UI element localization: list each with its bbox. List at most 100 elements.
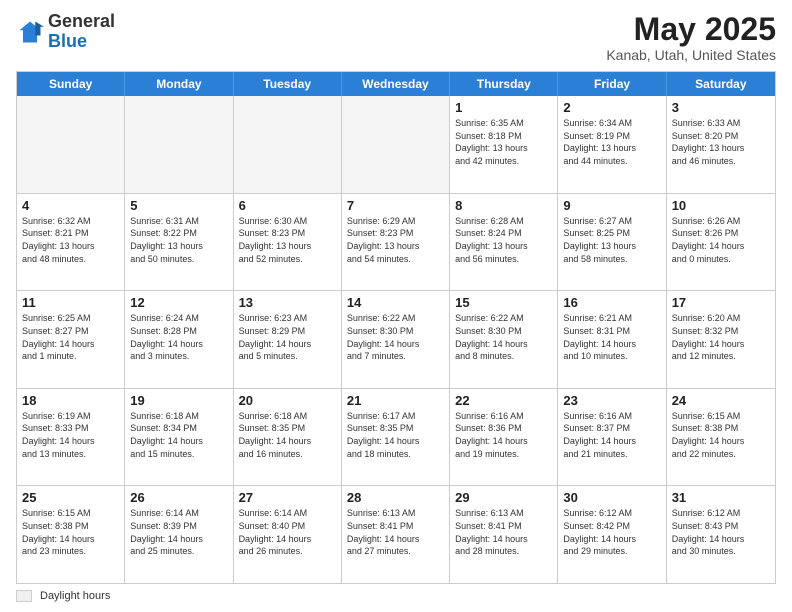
calendar-cell: 24 Sunrise: 6:15 AM Sunset: 8:38 PM Dayli… [667,389,775,486]
cell-day-number: 17 [672,295,770,310]
logo: General Blue [16,12,115,52]
cell-info: Sunrise: 6:22 AM Sunset: 8:30 PM Dayligh… [347,312,444,362]
cell-info: Sunrise: 6:14 AM Sunset: 8:39 PM Dayligh… [130,507,227,557]
cell-day-number: 18 [22,393,119,408]
cell-info: Sunrise: 6:12 AM Sunset: 8:43 PM Dayligh… [672,507,770,557]
day-header: Thursday [450,72,558,96]
calendar-cell: 20Sunrise: 6:18 AM Sunset: 8:35 PM Dayli… [234,389,342,486]
cell-day-number: 14 [347,295,444,310]
cell-day-number: 29 [455,490,552,505]
cell-day-number: 31 [672,490,770,505]
calendar-page: General Blue May 2025 Kanab, Utah, Unite… [0,0,792,612]
cell-info: Sunrise: 6:15 AM Sunset: 8:38 PM Dayligh… [672,410,770,460]
calendar-row: 11 Sunrise: 6:25 AM Sunset: 8:27 PM Dayli… [17,291,775,389]
calendar-cell: 12 Sunrise: 6:24 AM Sunset: 8:28 PM Dayli… [125,291,233,388]
location: Kanab, Utah, United States [606,47,776,63]
calendar-body: 1 Sunrise: 6:35 AM Sunset: 8:18 PM Daylig… [17,96,775,583]
cell-day-number: 7 [347,198,444,213]
legend-label: Daylight hours [40,590,110,602]
cell-info: Sunrise: 6:25 AM Sunset: 8:27 PM Dayligh… [22,312,119,362]
cell-info: Sunrise: 6:22 AM Sunset: 8:30 PM Dayligh… [455,312,552,362]
cell-day-number: 30 [563,490,660,505]
day-header: Tuesday [234,72,342,96]
cell-info: Sunrise: 6:33 AM Sunset: 8:20 PM Dayligh… [672,117,770,167]
cell-info: Sunrise: 6:21 AM Sunset: 8:31 PM Dayligh… [563,312,660,362]
cell-info: Sunrise: 6:30 AM Sunset: 8:23 PM Dayligh… [239,215,336,265]
calendar-cell: 29Sunrise: 6:13 AM Sunset: 8:41 PM Dayli… [450,486,558,583]
cell-day-number: 21 [347,393,444,408]
cell-info: Sunrise: 6:12 AM Sunset: 8:42 PM Dayligh… [563,507,660,557]
header: General Blue May 2025 Kanab, Utah, Unite… [16,12,776,63]
calendar-cell: 6 Sunrise: 6:30 AM Sunset: 8:23 PM Daylig… [234,194,342,291]
calendar-cell: 23 Sunrise: 6:16 AM Sunset: 8:37 PM Dayli… [558,389,666,486]
calendar-cell: 21Sunrise: 6:17 AM Sunset: 8:35 PM Dayli… [342,389,450,486]
calendar-cell: 17 Sunrise: 6:20 AM Sunset: 8:32 PM Dayli… [667,291,775,388]
cell-day-number: 5 [130,198,227,213]
cell-day-number: 28 [347,490,444,505]
cell-info: Sunrise: 6:19 AM Sunset: 8:33 PM Dayligh… [22,410,119,460]
cell-info: Sunrise: 6:28 AM Sunset: 8:24 PM Dayligh… [455,215,552,265]
calendar-row: 18 Sunrise: 6:19 AM Sunset: 8:33 PM Dayli… [17,389,775,487]
calendar-cell: 8Sunrise: 6:28 AM Sunset: 8:24 PM Daylig… [450,194,558,291]
title-block: May 2025 Kanab, Utah, United States [606,12,776,63]
day-header: Saturday [667,72,775,96]
cell-day-number: 24 [672,393,770,408]
cell-day-number: 11 [22,295,119,310]
calendar-cell: 25Sunrise: 6:15 AM Sunset: 8:38 PM Dayli… [17,486,125,583]
calendar-cell: 26 Sunrise: 6:14 AM Sunset: 8:39 PM Dayli… [125,486,233,583]
calendar-cell: 16 Sunrise: 6:21 AM Sunset: 8:31 PM Dayli… [558,291,666,388]
cell-day-number: 13 [239,295,336,310]
cell-day-number: 10 [672,198,770,213]
cell-info: Sunrise: 6:24 AM Sunset: 8:28 PM Dayligh… [130,312,227,362]
cell-day-number: 2 [563,100,660,115]
legend-box [16,590,32,602]
month-year: May 2025 [606,12,776,47]
cell-day-number: 26 [130,490,227,505]
calendar-cell: 15Sunrise: 6:22 AM Sunset: 8:30 PM Dayli… [450,291,558,388]
cell-info: Sunrise: 6:34 AM Sunset: 8:19 PM Dayligh… [563,117,660,167]
day-header: Wednesday [342,72,450,96]
calendar-cell: 19 Sunrise: 6:18 AM Sunset: 8:34 PM Dayli… [125,389,233,486]
calendar-cell: 18 Sunrise: 6:19 AM Sunset: 8:33 PM Dayli… [17,389,125,486]
calendar-row: 4 Sunrise: 6:32 AM Sunset: 8:21 PM Daylig… [17,194,775,292]
cell-day-number: 12 [130,295,227,310]
cell-info: Sunrise: 6:29 AM Sunset: 8:23 PM Dayligh… [347,215,444,265]
cell-day-number: 19 [130,393,227,408]
cell-day-number: 4 [22,198,119,213]
logo-text: General Blue [48,12,115,52]
cell-info: Sunrise: 6:32 AM Sunset: 8:21 PM Dayligh… [22,215,119,265]
calendar-cell [342,96,450,193]
calendar-cell: 2 Sunrise: 6:34 AM Sunset: 8:19 PM Daylig… [558,96,666,193]
calendar-row: 1 Sunrise: 6:35 AM Sunset: 8:18 PM Daylig… [17,96,775,194]
cell-info: Sunrise: 6:13 AM Sunset: 8:41 PM Dayligh… [347,507,444,557]
cell-day-number: 23 [563,393,660,408]
day-header: Sunday [17,72,125,96]
day-headers: SundayMondayTuesdayWednesdayThursdayFrid… [17,72,775,96]
calendar-cell: 22 Sunrise: 6:16 AM Sunset: 8:36 PM Dayli… [450,389,558,486]
cell-day-number: 1 [455,100,552,115]
calendar-cell: 13 Sunrise: 6:23 AM Sunset: 8:29 PM Dayli… [234,291,342,388]
calendar-cell: 30 Sunrise: 6:12 AM Sunset: 8:42 PM Dayli… [558,486,666,583]
cell-day-number: 16 [563,295,660,310]
cell-day-number: 22 [455,393,552,408]
cell-day-number: 6 [239,198,336,213]
cell-info: Sunrise: 6:35 AM Sunset: 8:18 PM Dayligh… [455,117,552,167]
footer: Daylight hours [16,590,776,602]
cell-info: Sunrise: 6:18 AM Sunset: 8:34 PM Dayligh… [130,410,227,460]
cell-info: Sunrise: 6:16 AM Sunset: 8:36 PM Dayligh… [455,410,552,460]
calendar-cell: 9Sunrise: 6:27 AM Sunset: 8:25 PM Daylig… [558,194,666,291]
cell-info: Sunrise: 6:16 AM Sunset: 8:37 PM Dayligh… [563,410,660,460]
cell-info: Sunrise: 6:20 AM Sunset: 8:32 PM Dayligh… [672,312,770,362]
cell-day-number: 27 [239,490,336,505]
calendar-cell: 11 Sunrise: 6:25 AM Sunset: 8:27 PM Dayli… [17,291,125,388]
cell-info: Sunrise: 6:23 AM Sunset: 8:29 PM Dayligh… [239,312,336,362]
calendar-cell [125,96,233,193]
calendar-cell: 28 Sunrise: 6:13 AM Sunset: 8:41 PM Dayli… [342,486,450,583]
cell-day-number: 25 [22,490,119,505]
calendar-cell [234,96,342,193]
day-header: Friday [558,72,666,96]
cell-info: Sunrise: 6:27 AM Sunset: 8:25 PM Dayligh… [563,215,660,265]
calendar-cell: 10Sunrise: 6:26 AM Sunset: 8:26 PM Dayli… [667,194,775,291]
calendar-cell: 5Sunrise: 6:31 AM Sunset: 8:22 PM Daylig… [125,194,233,291]
logo-icon [16,18,44,46]
